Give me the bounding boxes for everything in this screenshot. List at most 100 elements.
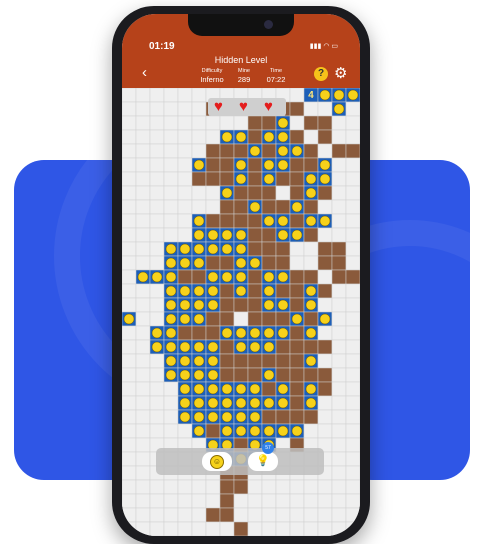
board-cell[interactable] (163, 199, 179, 215)
board-cell[interactable] (331, 409, 347, 425)
board-cell[interactable] (317, 101, 333, 117)
board-cell[interactable] (345, 423, 360, 439)
board-cell[interactable] (219, 157, 235, 173)
board-cell[interactable] (289, 171, 305, 187)
board-cell[interactable] (149, 409, 165, 425)
board-cell[interactable] (233, 353, 249, 369)
board-cell[interactable] (177, 185, 193, 201)
board-cell[interactable] (122, 129, 137, 145)
board-cell[interactable] (331, 199, 347, 215)
board-cell[interactable] (233, 367, 249, 383)
board-cell[interactable] (261, 115, 277, 131)
board-cell[interactable] (149, 297, 165, 313)
board-cell[interactable] (122, 507, 137, 523)
board-cell[interactable] (122, 409, 137, 425)
board-cell[interactable] (205, 521, 221, 536)
board-cell[interactable] (289, 325, 305, 341)
board-cell[interactable] (122, 199, 137, 215)
board-cell[interactable] (191, 129, 207, 145)
board-cell[interactable] (219, 409, 235, 425)
board-cell[interactable] (261, 213, 277, 229)
board-cell[interactable] (261, 507, 277, 523)
board-cell[interactable] (261, 367, 277, 383)
board-cell[interactable] (177, 423, 193, 439)
board-cell[interactable] (303, 409, 319, 425)
board-cell[interactable] (191, 185, 207, 201)
board-cell[interactable] (135, 255, 151, 271)
board-cell[interactable] (289, 367, 305, 383)
board-cell[interactable] (275, 129, 291, 145)
board-cell[interactable] (149, 255, 165, 271)
board-cell[interactable] (233, 185, 249, 201)
board-cell[interactable] (303, 227, 319, 243)
board-cell[interactable] (247, 115, 263, 131)
board-cell[interactable] (219, 115, 235, 131)
board-cell[interactable] (233, 325, 249, 341)
board-cell[interactable] (331, 493, 347, 509)
board-cell[interactable] (247, 493, 263, 509)
board-cell[interactable] (233, 381, 249, 397)
board-cell[interactable] (317, 255, 333, 271)
board-cell[interactable] (345, 87, 360, 103)
board-cell[interactable] (289, 297, 305, 313)
board-cell[interactable] (317, 507, 333, 523)
board-cell[interactable] (289, 381, 305, 397)
board-cell[interactable] (163, 367, 179, 383)
board-cell[interactable] (233, 129, 249, 145)
board-cell[interactable] (191, 311, 207, 327)
board-cell[interactable] (247, 185, 263, 201)
board-cell[interactable] (163, 115, 179, 131)
board-cell[interactable] (233, 423, 249, 439)
board-cell[interactable] (317, 297, 333, 313)
board-cell[interactable] (177, 129, 193, 145)
board-cell[interactable] (149, 283, 165, 299)
board-cell[interactable] (149, 241, 165, 257)
board-cell[interactable] (219, 423, 235, 439)
board-cell[interactable] (177, 157, 193, 173)
board-cell[interactable] (303, 115, 319, 131)
board-cell[interactable] (331, 129, 347, 145)
board-cell[interactable] (149, 311, 165, 327)
board-cell[interactable] (275, 353, 291, 369)
board-cell[interactable] (177, 171, 193, 187)
board-cell[interactable] (331, 381, 347, 397)
board-cell[interactable] (177, 479, 193, 495)
board-cell[interactable] (289, 129, 305, 145)
board-cell[interactable] (317, 409, 333, 425)
board-cell[interactable] (275, 297, 291, 313)
board-cell[interactable] (247, 241, 263, 257)
board-cell[interactable] (303, 353, 319, 369)
board-cell[interactable] (122, 339, 137, 355)
board-cell[interactable] (163, 213, 179, 229)
board-cell[interactable] (261, 269, 277, 285)
board-cell[interactable] (247, 381, 263, 397)
board-cell[interactable] (205, 199, 221, 215)
board-cell[interactable] (345, 521, 360, 536)
board-cell[interactable] (135, 311, 151, 327)
board-cell[interactable] (247, 171, 263, 187)
board-cell[interactable] (205, 143, 221, 159)
board-cell[interactable] (219, 521, 235, 536)
board-cell[interactable] (219, 311, 235, 327)
board-cell[interactable] (275, 157, 291, 173)
board-cell[interactable] (135, 423, 151, 439)
board-cell[interactable] (261, 157, 277, 173)
board-cell[interactable] (163, 101, 179, 117)
board-cell[interactable] (122, 437, 137, 453)
board-cell[interactable] (163, 423, 179, 439)
board-cell[interactable] (205, 283, 221, 299)
board-cell[interactable] (163, 129, 179, 145)
board-cell[interactable] (303, 143, 319, 159)
board-cell[interactable] (275, 521, 291, 536)
board-cell[interactable] (247, 367, 263, 383)
board-cell[interactable] (191, 171, 207, 187)
board-cell[interactable] (317, 367, 333, 383)
board-cell[interactable] (247, 157, 263, 173)
board-cell[interactable] (247, 129, 263, 145)
board-cell[interactable] (205, 241, 221, 257)
board-cell[interactable] (135, 115, 151, 131)
board-cell[interactable] (135, 521, 151, 536)
board-cell[interactable] (303, 493, 319, 509)
board-cell[interactable] (289, 395, 305, 411)
board-cell[interactable] (149, 101, 165, 117)
